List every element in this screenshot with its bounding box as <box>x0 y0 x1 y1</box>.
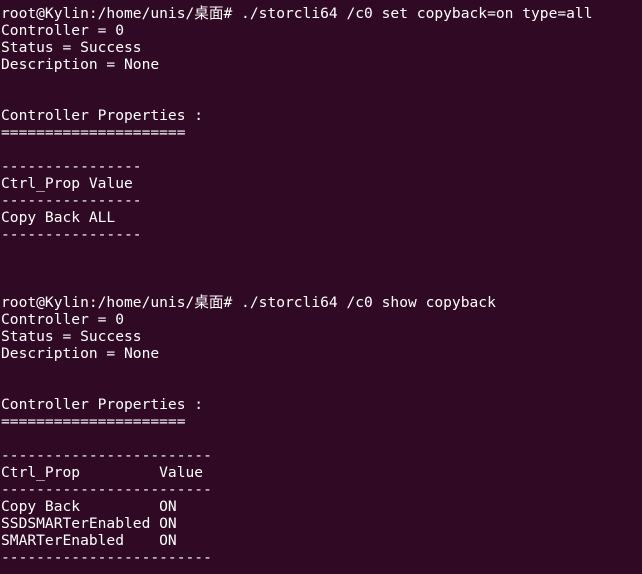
output-line: Controller = 0 <box>1 22 125 39</box>
divider-line: ===================== <box>1 413 186 430</box>
table-rule: ------------------------ <box>1 481 212 498</box>
command-line: root@Kylin:/home/unis/桌面# ./storcli64 /c… <box>1 294 496 311</box>
output-line: Status = Success <box>1 328 142 345</box>
table-rule: ------------------------ <box>1 549 212 566</box>
command-line: root@Kylin:/home/unis/桌面# ./storcli64 /c… <box>1 5 593 22</box>
section-heading: Controller Properties : <box>1 396 204 413</box>
table-rule: ---------------- <box>1 158 142 175</box>
output-line: Status = Success <box>1 39 142 56</box>
table-rule: ---------------- <box>1 226 142 243</box>
table-row: SMARTerEnabled ON <box>1 532 177 549</box>
output-line: Controller = 0 <box>1 311 125 328</box>
terminal-window[interactable]: root@Kylin:/home/unis/桌面# ./storcli64 /c… <box>0 0 642 574</box>
table-row: Copy Back ALL <box>1 209 116 226</box>
table-header: Ctrl_Prop Value <box>1 175 133 192</box>
table-row: SSDSMARTerEnabled ON <box>1 515 177 532</box>
output-line: Description = None <box>1 345 160 362</box>
section-heading: Controller Properties : <box>1 107 204 124</box>
table-rule: ------------------------ <box>1 447 212 464</box>
table-header: Ctrl_Prop Value <box>1 464 204 481</box>
output-line: Description = None <box>1 56 160 73</box>
divider-line: ===================== <box>1 124 186 141</box>
table-rule: ---------------- <box>1 192 142 209</box>
table-row: Copy Back ON <box>1 498 177 515</box>
